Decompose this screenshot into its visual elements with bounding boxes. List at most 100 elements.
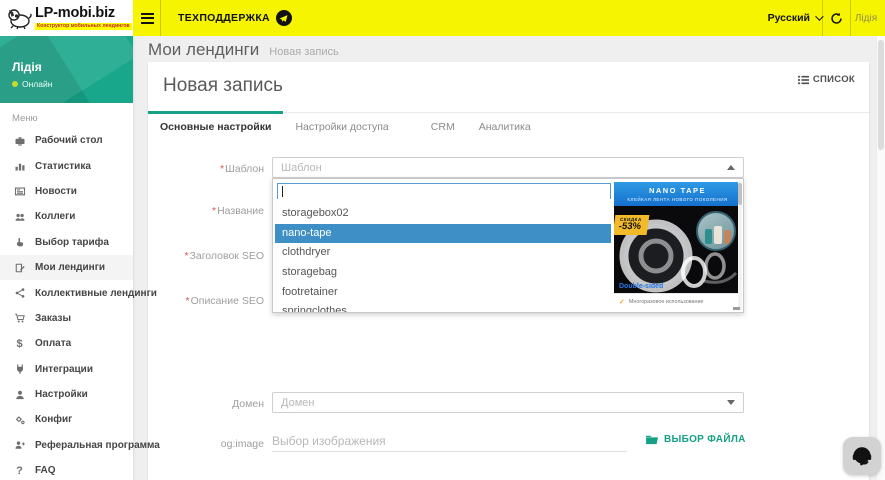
template-options-list: storagebox02 nano-tape clothdryer storag… (275, 204, 611, 312)
page-scrollbar[interactable] (876, 36, 885, 480)
support-button[interactable]: ТЕХПОДДЕРЖКА (178, 0, 292, 36)
sidebar-item-desktop[interactable]: Рабочий стол (0, 128, 133, 153)
topbar-user-label: Лідія (855, 13, 877, 24)
refresh-button[interactable] (823, 0, 849, 36)
sidebar-item-collective-landings[interactable]: Коллективные лендинги (0, 280, 133, 305)
dog-logo-icon (6, 6, 32, 30)
preview-header: NANO TAPE КЛЕЙКАЯ ЛЕНТА НОВОГО ПОКОЛЕНИЯ (614, 182, 741, 206)
og-image-placeholder: Выбор изображения (272, 434, 386, 448)
page-header: Мои лендинги Новая запись (148, 40, 339, 60)
dropdown-scrollbar-thumb[interactable] (738, 183, 742, 205)
support-chat-button[interactable] (843, 437, 881, 475)
seo-description-field-label: *Описание SEO (148, 295, 264, 307)
og-image-field-label: og:image (148, 438, 264, 450)
hand-pointer-icon (12, 236, 27, 248)
topbar-user-button[interactable]: Лідія (851, 0, 881, 36)
domain-select[interactable]: Домен (272, 392, 744, 413)
landing-icon (12, 262, 27, 274)
language-selector[interactable]: Русский (768, 0, 821, 36)
list-icon (798, 75, 809, 85)
sidebar-item-tariff[interactable]: Выбор тарифа (0, 230, 133, 255)
sidebar-user-name: Лідія (12, 60, 42, 74)
seo-title-field-label: *Заголовок SEO (148, 250, 264, 262)
template-dropdown: storagebox02 nano-tape clothdryer storag… (272, 178, 744, 313)
template-select[interactable]: Шаблон (272, 157, 744, 178)
online-status-label: Онлайн (22, 79, 52, 89)
sidebar-item-faq[interactable]: ? FAQ (0, 458, 133, 480)
name-field-label: *Название (148, 205, 264, 217)
sidebar-item-config[interactable]: Конфиг (0, 407, 133, 432)
telegram-icon (276, 10, 292, 26)
language-label: Русский (768, 12, 810, 24)
template-preview: NANO TAPE КЛЕЙКАЯ ЛЕНТА НОВОГО ПОКОЛЕНИЯ… (614, 182, 741, 309)
app-root: LP-mobi.biz Конструктор мобильных лендин… (0, 0, 885, 480)
plug-icon (12, 363, 27, 375)
option-springclothes[interactable]: springclothes (275, 302, 611, 312)
logo-title: LP-mobi.biz (35, 6, 132, 21)
sidebar-item-payment[interactable]: $ Оплата (0, 331, 133, 356)
topbar: LP-mobi.biz Конструктор мобильных лендин… (0, 0, 885, 36)
option-storagebox02[interactable]: storagebox02 (275, 204, 611, 224)
news-icon (12, 185, 27, 197)
preview-inset-photo (696, 211, 736, 251)
chart-icon (12, 160, 27, 172)
option-clothdryer[interactable]: clothdryer (275, 243, 611, 263)
page-title: Мои лендинги (148, 40, 259, 60)
tab-main-settings[interactable]: Основные настройки (148, 113, 283, 142)
sidebar-item-settings[interactable]: Настройки (0, 382, 133, 407)
sidebar: Лідія Онлайн Меню Рабочий стол Статистик… (0, 36, 133, 480)
og-image-input[interactable]: Выбор изображения (272, 430, 627, 452)
logo[interactable]: LP-mobi.biz Конструктор мобильных лендин… (0, 0, 133, 36)
gears-icon (12, 414, 27, 426)
dropdown-scrollbar[interactable] (738, 181, 742, 310)
choose-file-button[interactable]: ВЫБОР ФАЙЛА (645, 434, 746, 445)
sidebar-user-panel: Лідія Онлайн (0, 36, 133, 103)
sidebar-user-status: Онлайн (12, 79, 52, 89)
topbar-divider (160, 0, 161, 36)
preview-caption: Double-sided (619, 283, 663, 290)
sidebar-item-news[interactable]: Новости (0, 179, 133, 204)
page-scrollbar-thumb[interactable] (878, 40, 884, 150)
tab-access-settings[interactable]: Настройки доступа (283, 113, 400, 142)
online-status-dot (12, 81, 18, 87)
share-icon (12, 287, 27, 299)
tab-bar: Основные настройки Настройки доступа CRM… (148, 112, 869, 142)
user-plus-icon (12, 439, 27, 451)
new-record-card: Новая запись СПИСОК Основные настройки Н… (148, 62, 869, 480)
option-nano-tape[interactable]: nano-tape (275, 224, 611, 244)
tab-crm[interactable]: CRM (419, 113, 467, 142)
sidebar-item-orders[interactable]: Заказы (0, 306, 133, 331)
option-storagebag[interactable]: storagebag (275, 263, 611, 283)
dropdown-resize-corner (733, 307, 740, 310)
breadcrumb: Новая запись (269, 46, 338, 58)
question-icon: ? (12, 465, 27, 477)
sidebar-item-colleagues[interactable]: Коллеги (0, 204, 133, 229)
preview-feature-text: Многоразовое использование (629, 299, 704, 305)
headset-icon (850, 444, 874, 468)
caret-up-icon (727, 165, 735, 170)
discount-badge: СКИДКА -53% (614, 215, 650, 235)
text-cursor (282, 186, 283, 197)
dropdown-search-input[interactable] (278, 187, 610, 201)
list-button[interactable]: СПИСОК (798, 74, 855, 85)
refresh-icon (830, 12, 843, 25)
sidebar-item-my-landings[interactable]: Мои лендинги (0, 255, 133, 280)
hamburger-menu-icon[interactable] (138, 0, 156, 36)
sidebar-item-integrations[interactable]: Интеграции (0, 357, 133, 382)
option-footretainer[interactable]: footretainer (275, 283, 611, 303)
dropdown-search[interactable] (277, 183, 611, 199)
sidebar-item-referral[interactable]: Реферальная программа (0, 433, 133, 458)
card-title: Новая запись (163, 75, 283, 97)
sidebar-item-statistics[interactable]: Статистика (0, 153, 133, 178)
desktop-icon (12, 135, 27, 147)
support-label: ТЕХПОДДЕРЖКА (178, 12, 270, 24)
check-icon: ✓ (619, 298, 625, 306)
user-icon (12, 389, 27, 401)
domain-field-label: Домен (148, 398, 264, 410)
people-icon (12, 211, 27, 223)
preview-subtitle: КЛЕЙКАЯ ЛЕНТА НОВОГО ПОКОЛЕНИЯ (627, 197, 727, 202)
tab-analytics[interactable]: Аналитика (467, 113, 543, 142)
folder-icon (645, 434, 659, 445)
preview-title: NANO TAPE (649, 186, 706, 195)
cart-icon (12, 312, 27, 324)
